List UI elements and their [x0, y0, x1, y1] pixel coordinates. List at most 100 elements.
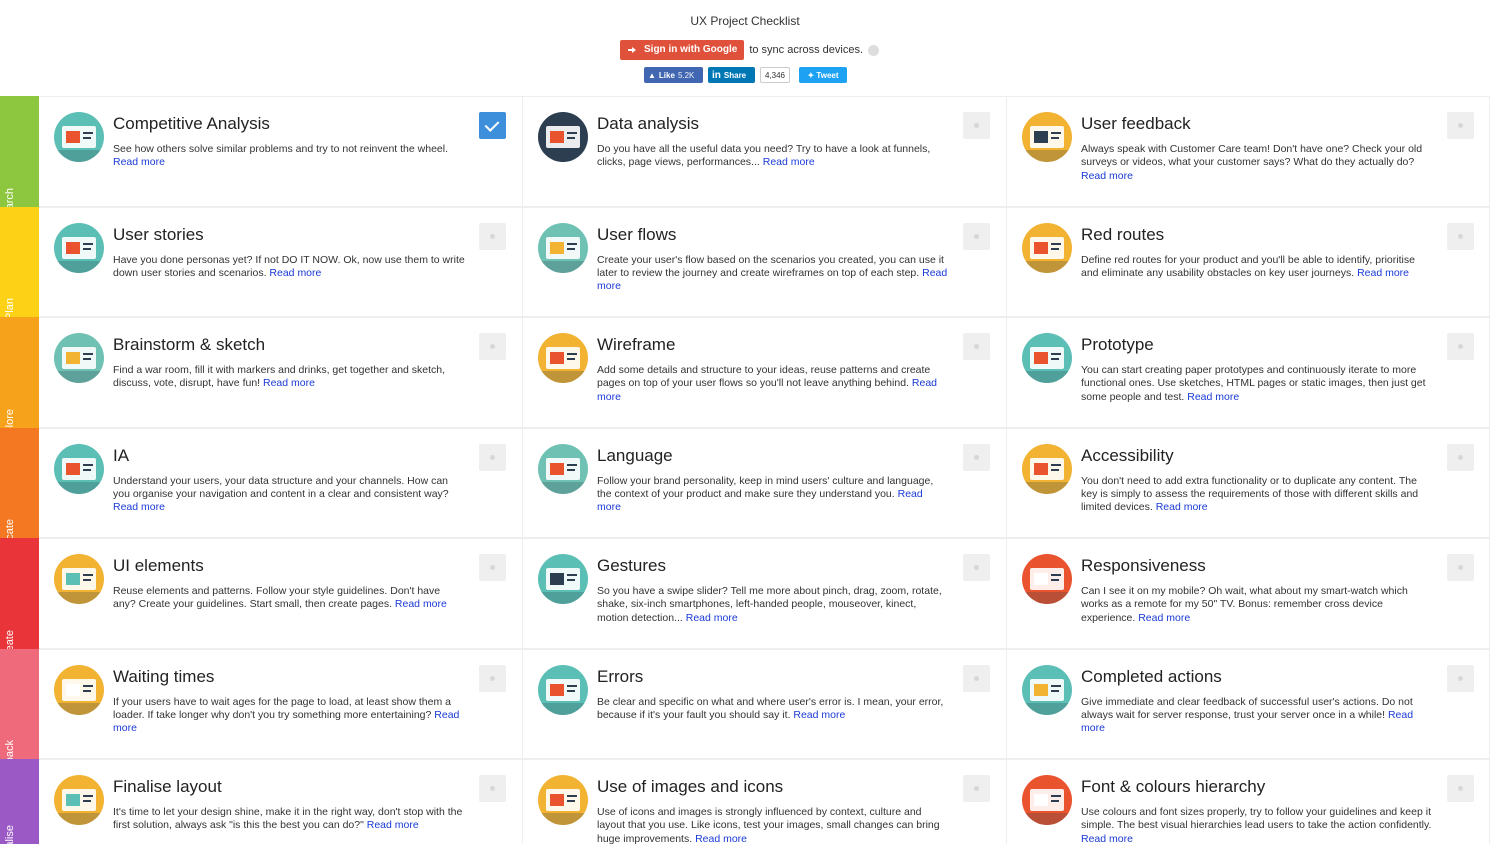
checkbox[interactable] [479, 664, 506, 692]
checklist-card: Completed actions Give immediate and clea… [1007, 648, 1490, 759]
checkbox[interactable] [479, 222, 506, 250]
checkbox[interactable] [479, 554, 506, 581]
stage-research[interactable]: Research [0, 96, 39, 235]
checkbox[interactable] [963, 222, 990, 250]
read-more-link[interactable]: Read more [1081, 170, 1133, 182]
stage-label: Finalise [4, 825, 16, 844]
card-description-text: Understand your users, your data structu… [113, 474, 449, 500]
checklist-card: Use of images and icons Use of icons and … [523, 759, 1007, 844]
read-more-link[interactable]: Read more [763, 156, 815, 168]
tweet-button[interactable]: ✦ Tweet [799, 67, 847, 83]
checklist-card: Errors Be clear and specific on what and … [523, 648, 1007, 759]
checklist-card: Gestures So you have a swipe slider? Tell… [523, 538, 1007, 649]
sign-in-google-button[interactable]: Sign in with Google [620, 40, 745, 60]
card-description: It's time to let your design shine, make… [113, 806, 465, 833]
card-title: Use of images and icons [597, 777, 784, 796]
stage-communicate[interactable]: Communicate [0, 427, 39, 587]
card-description-text: You don't need to add extra functionalit… [1081, 474, 1419, 514]
wireframe-icon [538, 333, 588, 383]
checklist-card: User stories Have you done personas yet? … [39, 206, 523, 317]
checkbox[interactable] [1447, 443, 1474, 471]
checkbox[interactable] [1447, 554, 1474, 581]
read-more-link[interactable]: Read more [269, 267, 321, 279]
stage-plan[interactable]: Plan [0, 206, 39, 320]
stage-finalise[interactable]: Finalise [0, 759, 39, 844]
card-description: Be clear and specific on what and where … [597, 696, 949, 723]
checkbox[interactable] [963, 112, 990, 139]
stage-create[interactable]: Create [0, 538, 39, 663]
checkbox[interactable] [1447, 333, 1474, 360]
checkbox[interactable] [963, 443, 990, 471]
checklist-card: Waiting times If your users have to wait … [39, 648, 523, 759]
read-more-link[interactable]: Read more [395, 598, 447, 610]
route-icon [1022, 222, 1072, 273]
card-description: Use colours and font sizes properly, try… [1081, 806, 1433, 844]
card-title: Errors [597, 666, 644, 686]
card-title: Font & colours hierarchy [1081, 777, 1266, 796]
persona-icon [54, 222, 104, 273]
card-title: IA [113, 445, 130, 465]
read-more-link[interactable]: Read more [686, 612, 738, 624]
checkbox[interactable] [1447, 775, 1474, 802]
checkbox[interactable] [963, 554, 990, 581]
feedback-icon [1022, 112, 1072, 162]
checkbox[interactable] [1447, 112, 1474, 139]
checkbox[interactable] [963, 775, 990, 802]
card-title: Language [597, 445, 673, 465]
read-more-link[interactable]: Read more [367, 819, 419, 831]
card-description-text: Use colours and font sizes properly, try… [1081, 806, 1432, 832]
card-description: Have you done personas yet? If not DO IT… [113, 254, 465, 281]
read-more-link[interactable]: Read more [1156, 501, 1208, 513]
card-description-text: So you have a swipe slider? Tell me more… [597, 585, 942, 624]
header: UX Project Checklist Sign in with Google… [0, 0, 1490, 96]
checkbox[interactable] [963, 664, 990, 692]
linkedin-share-count: 4,346 [760, 67, 790, 83]
sitemap-icon [54, 443, 104, 494]
flow-icon [538, 222, 588, 273]
card-title: Competitive Analysis [113, 114, 270, 133]
read-more-link[interactable]: Read more [263, 377, 315, 389]
read-more-link[interactable]: Read more [113, 501, 165, 513]
checklist-card: Wireframe Add some details and structure … [523, 317, 1007, 428]
checkbox[interactable] [479, 775, 506, 802]
checkbox[interactable] [1447, 664, 1474, 692]
card-description: Do you have all the useful data you need… [597, 143, 949, 170]
read-more-link[interactable]: Read more [1081, 833, 1133, 844]
card-title: User feedback [1081, 114, 1191, 133]
read-more-link[interactable]: Read more [1138, 612, 1190, 624]
read-more-link[interactable]: Read more [1187, 391, 1239, 403]
card-description: Understand your users, your data structu… [113, 475, 465, 515]
stage-explore[interactable]: Explore [0, 317, 39, 446]
checklist-card: Responsiveness Can I see it on my mobile?… [1007, 538, 1490, 649]
plate-icon [54, 664, 104, 715]
info-icon[interactable] [868, 44, 880, 56]
checkbox[interactable] [963, 333, 990, 360]
tweet-label: Tweet [816, 70, 839, 80]
card-description-text: Reuse elements and patterns. Follow your… [113, 585, 441, 611]
checkbox[interactable] [479, 443, 506, 471]
checkbox-checked[interactable] [479, 112, 506, 139]
card-description-text: Create your user's flow based on the sce… [597, 253, 944, 279]
checkbox[interactable] [479, 333, 506, 360]
facebook-like-button[interactable]: ▲ Like 5.2K [644, 67, 703, 83]
card-description: Find a war room, fill it with markers an… [113, 364, 465, 391]
checklist-card: Competitive Analysis See how others solve… [39, 96, 523, 207]
card-description-text: Be clear and specific on what and where … [597, 695, 944, 721]
phone-icon [538, 554, 588, 604]
layout-star-icon [54, 775, 104, 825]
analytics-icon [538, 112, 588, 162]
read-more-link[interactable]: Read more [1357, 267, 1409, 279]
read-more-link[interactable]: Read more [695, 833, 747, 844]
card-title: Accessibility [1081, 445, 1174, 465]
linkedin-share-button[interactable]: in Share [708, 67, 755, 83]
page-title: UX Project Checklist [690, 14, 800, 28]
read-more-link[interactable]: Read more [113, 156, 165, 168]
card-title: Data analysis [597, 114, 700, 133]
card-description-text: You can start creating paper prototypes … [1081, 364, 1426, 403]
error-icon [538, 664, 588, 715]
thumbs-up-icon: ▲ [648, 70, 656, 80]
thumbs-up-icon [1022, 664, 1072, 715]
card-description-text: Always speak with Customer Care team! Do… [1081, 143, 1423, 169]
read-more-link[interactable]: Read more [793, 709, 845, 721]
checkbox[interactable] [1447, 222, 1474, 250]
